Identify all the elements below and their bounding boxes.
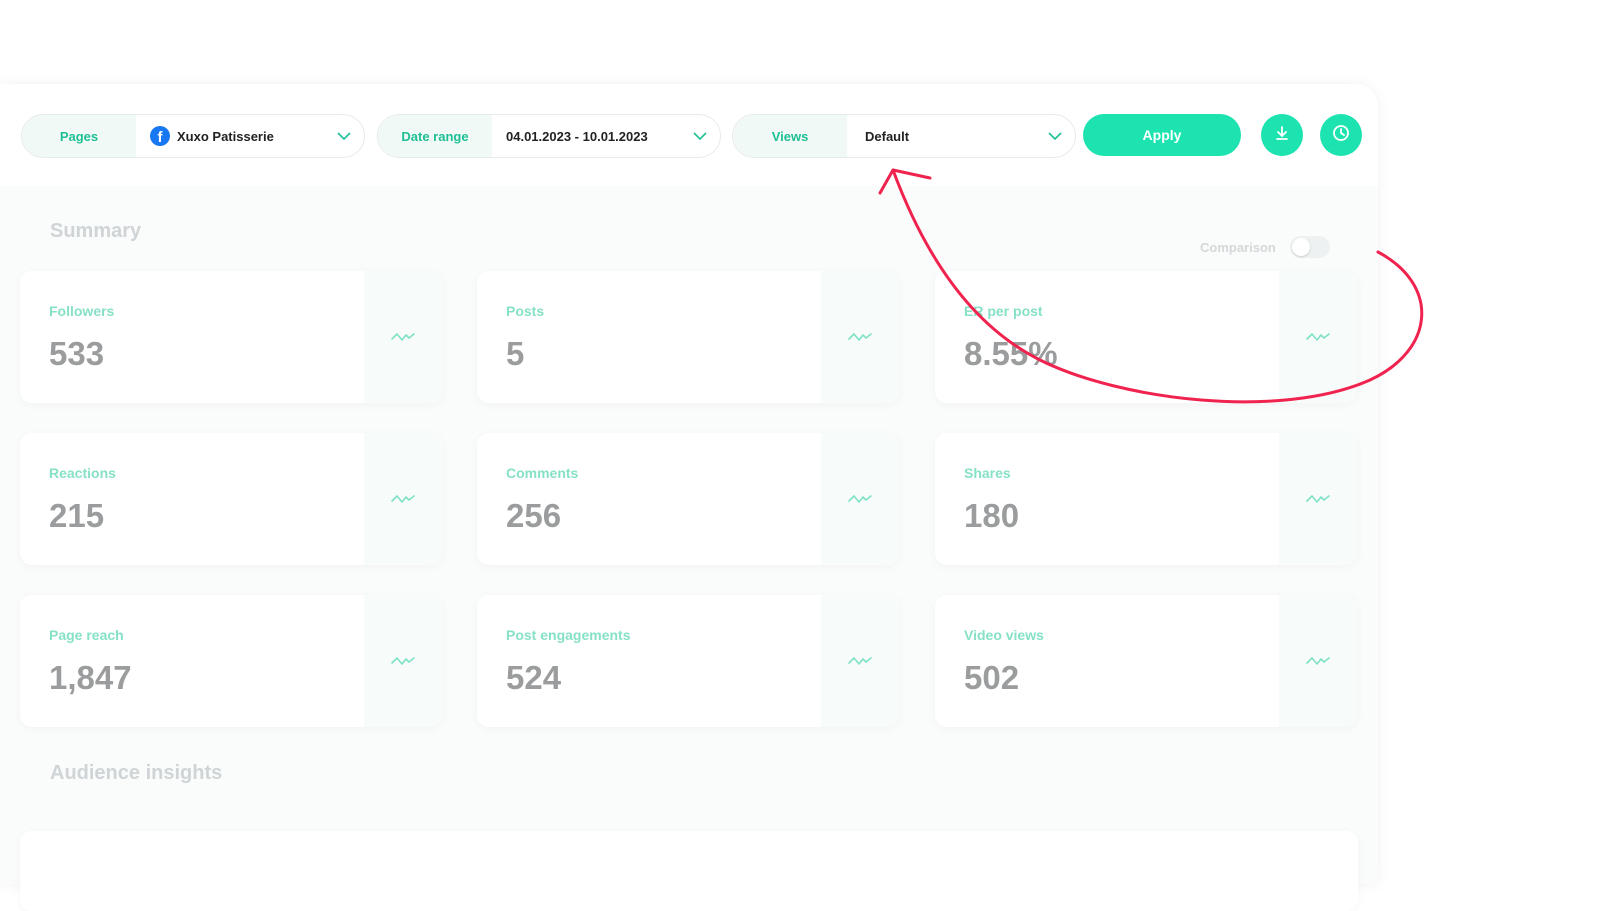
views-label: Views: [733, 115, 847, 157]
metric-label: Comments: [506, 465, 579, 481]
clock-icon: [1332, 124, 1350, 147]
metric-card: Reactions 215: [20, 433, 442, 565]
metric-card: Posts 5: [477, 271, 899, 403]
date-range-value: 04.01.2023 - 10.01.2023: [506, 128, 648, 144]
history-button[interactable]: [1320, 114, 1362, 156]
metric-label: Posts: [506, 303, 545, 319]
metric-label: Post engagements: [506, 627, 631, 643]
comparison-label: Comparison: [1200, 239, 1276, 255]
metric-value: 533: [49, 335, 105, 372]
metric-label: Reactions: [49, 465, 116, 481]
metric-value: 5: [506, 335, 525, 372]
trend-icon: [391, 657, 415, 665]
metric-value: 502: [964, 659, 1020, 696]
pages-filter[interactable]: Pages f Xuxo Patisserie: [21, 114, 365, 158]
trend-icon: [1306, 495, 1330, 503]
metric-value: 215: [49, 497, 105, 534]
trend-button[interactable]: [364, 271, 442, 403]
views-filter[interactable]: Views Default: [732, 114, 1076, 158]
metric-label: Page reach: [49, 627, 124, 643]
views-value: Default: [865, 128, 910, 144]
metric-card: Shares 180: [935, 433, 1357, 565]
trend-icon: [391, 333, 415, 341]
trend-button[interactable]: [364, 595, 442, 727]
download-button[interactable]: [1261, 114, 1303, 156]
download-icon: [1274, 125, 1290, 146]
trend-icon: [848, 657, 872, 665]
page-name: Xuxo Patisserie: [177, 128, 274, 144]
metric-label: ER per post: [964, 303, 1043, 319]
metric-card: ER per post 8.55%: [935, 271, 1357, 403]
dashboard-panel: Pages f Xuxo Patisserie Date range 04.01…: [0, 84, 1378, 911]
metric-value: 1,847: [49, 659, 132, 696]
trend-button[interactable]: [821, 271, 899, 403]
trend-button[interactable]: [1279, 595, 1357, 727]
metric-value: 8.55%: [964, 335, 1058, 372]
trend-icon: [1306, 333, 1330, 341]
date-range-filter[interactable]: Date range 04.01.2023 - 10.01.2023: [377, 114, 721, 158]
facebook-icon: f: [150, 126, 170, 146]
pages-filter-value: f Xuxo Patisserie: [136, 115, 324, 157]
metric-card: Comments 256: [477, 433, 899, 565]
metric-value: 180: [964, 497, 1020, 534]
date-range-label: Date range: [378, 115, 492, 157]
metric-label: Followers: [49, 303, 115, 319]
metric-card: Page reach 1,847: [20, 595, 442, 727]
metric-card: Followers 533: [20, 271, 442, 403]
audience-insights-card: [20, 831, 1358, 911]
comparison-toggle[interactable]: [1289, 236, 1330, 258]
summary-title: Summary: [50, 220, 142, 242]
metric-card: Post engagements 524: [477, 595, 899, 727]
comparison-toggle-group: Comparison: [1200, 236, 1330, 258]
trend-icon: [848, 333, 872, 341]
trend-button[interactable]: [821, 433, 899, 565]
chevron-down-icon[interactable]: [324, 115, 364, 157]
chevron-down-icon[interactable]: [1035, 115, 1075, 157]
trend-button[interactable]: [1279, 271, 1357, 403]
apply-button[interactable]: Apply: [1083, 114, 1241, 156]
trend-icon: [848, 495, 872, 503]
metric-value: 256: [506, 497, 562, 534]
trend-icon: [391, 495, 415, 503]
metric-label: Video views: [964, 627, 1044, 643]
trend-button[interactable]: [364, 433, 442, 565]
metric-label: Shares: [964, 465, 1011, 481]
chevron-down-icon[interactable]: [680, 115, 720, 157]
trend-button[interactable]: [1279, 433, 1357, 565]
metric-card: Video views 502: [935, 595, 1357, 727]
filter-toolbar: Pages f Xuxo Patisserie Date range 04.01…: [0, 84, 1378, 186]
audience-insights-title: Audience insights: [50, 762, 223, 784]
trend-icon: [1306, 657, 1330, 665]
pages-filter-label: Pages: [22, 115, 136, 157]
trend-button[interactable]: [821, 595, 899, 727]
metric-value: 524: [506, 659, 562, 696]
